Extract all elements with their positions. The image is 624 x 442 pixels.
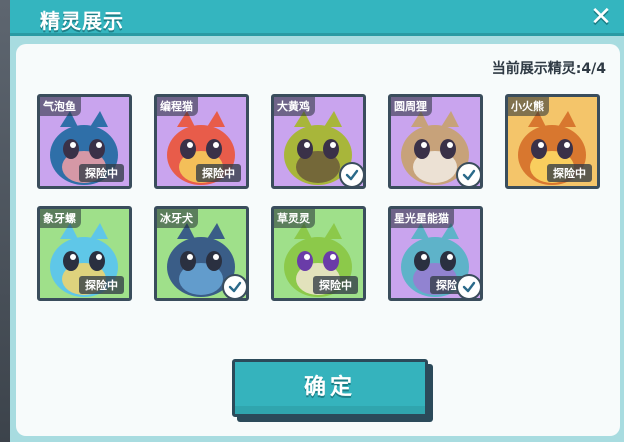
sprite-card[interactable]: 气泡鱼探险中 xyxy=(37,94,132,189)
sprite-panel: 当前展示精灵:4/4 气泡鱼 探险中 编程猫 探险中 大黄鸡 圆周狸 小火熊 探险中 象牙螺 探险… xyxy=(16,44,620,436)
sprite-name: 大黄鸡 xyxy=(274,97,315,116)
sprite-name: 编程猫 xyxy=(157,97,198,116)
sprite-status-badge: 探险中 xyxy=(196,164,241,182)
check-icon xyxy=(456,162,480,186)
sprite-card[interactable]: 小火熊探险中 xyxy=(505,94,600,189)
sprite-display-dialog: 精灵展示 ✕ 当前展示精灵:4/4 气泡鱼 探险中 编程猫 探险中 大黄鸡 圆周狸 小火熊探… xyxy=(10,0,624,442)
sprite-name: 圆周狸 xyxy=(391,97,432,116)
sprite-name: 小火熊 xyxy=(508,97,549,116)
sprite-name: 冰牙犬 xyxy=(157,209,198,228)
confirm-button[interactable]: 确定 xyxy=(232,359,428,417)
sprite-card[interactable]: 冰牙犬 xyxy=(154,206,249,301)
sprite-card[interactable]: 星光星能猫 探险中 xyxy=(388,206,483,301)
sprite-status-badge: 探险中 xyxy=(313,276,358,294)
sprite-card[interactable]: 编程猫探险中 xyxy=(154,94,249,189)
dialog-title-bar: 精灵展示 ✕ xyxy=(10,0,624,36)
close-button[interactable]: ✕ xyxy=(586,2,616,32)
sprite-card[interactable]: 圆周狸 xyxy=(388,94,483,189)
check-icon xyxy=(339,162,363,186)
sprite-status-badge: 探险中 xyxy=(547,164,592,182)
close-icon: ✕ xyxy=(590,2,612,32)
sprite-card[interactable]: 象牙螺探险中 xyxy=(37,206,132,301)
sprite-card[interactable]: 大黄鸡 xyxy=(271,94,366,189)
sprite-name: 星光星能猫 xyxy=(391,209,454,228)
sprite-name: 气泡鱼 xyxy=(40,97,81,116)
sprite-name: 象牙螺 xyxy=(40,209,81,228)
dialog-title: 精灵展示 xyxy=(40,9,124,33)
sprite-status-badge: 探险中 xyxy=(79,276,124,294)
check-icon xyxy=(222,274,246,298)
sprite-status-badge: 探险中 xyxy=(79,164,124,182)
display-count-label: 当前展示精灵:4/4 xyxy=(491,61,606,77)
check-icon xyxy=(456,274,480,298)
sprite-card[interactable]: 草灵灵探险中 xyxy=(271,206,366,301)
sprite-name: 草灵灵 xyxy=(274,209,315,228)
